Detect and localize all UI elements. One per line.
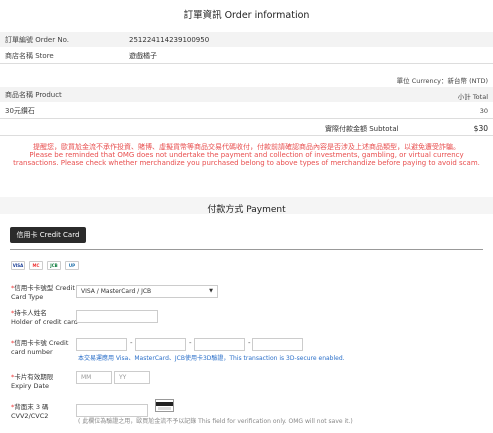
- product-name: 30元鑽石: [5, 106, 35, 115]
- credit-card-button[interactable]: 信用卡 Credit Card: [10, 227, 86, 243]
- store-row: 商店名稱 Store 遊戲橘子: [0, 48, 493, 63]
- card-type-label-en1: Credit: [55, 284, 75, 292]
- card-number-input-4[interactable]: [252, 338, 303, 351]
- warning-en: Please be reminded that OMG does not und…: [13, 151, 480, 167]
- store-label: 商店名稱 Store: [5, 51, 54, 60]
- product-total: 30: [479, 107, 488, 115]
- dash: -: [189, 339, 192, 347]
- card-number-label: *信用卡卡號 Credit card number: [11, 339, 69, 356]
- card-number-input-1[interactable]: [76, 338, 127, 351]
- card-number-input-3[interactable]: [194, 338, 245, 351]
- card-number-label-zh: 信用卡卡號: [14, 339, 47, 347]
- divider: [0, 118, 493, 119]
- card-type-label: *信用卡卡號型 Credit Card Type: [11, 284, 75, 301]
- jcb-icon: JCB: [47, 261, 61, 270]
- dash: -: [130, 339, 133, 347]
- total-header: 小計 Total: [457, 93, 488, 101]
- 3d-secure-hint: 本交易運應用 Visa、MasterCard、JCB使用卡3D驗證，This t…: [78, 355, 345, 362]
- card-type-select[interactable]: VISA / MasterCard / JCB ▼: [76, 285, 218, 298]
- card-number-input-2[interactable]: [135, 338, 186, 351]
- card-number-label-en2: card number: [11, 348, 53, 356]
- card-back-icon: [155, 399, 174, 412]
- order-no-value: 251224114239100950: [129, 35, 210, 44]
- card-number-label-en1: Credit: [48, 339, 69, 347]
- dash: -: [248, 339, 251, 347]
- warning-notice: 提醒您，歐買尬金流不承作投資、賭博、虛擬貨幣等商品交易代碼收付，付款前請確認商品…: [0, 143, 493, 167]
- holder-label: *持卡人姓名 Holder of credit card: [11, 309, 78, 326]
- tab-divider: [10, 249, 483, 250]
- unionpay-icon: UP: [65, 261, 79, 270]
- holder-label-zh: 持卡人姓名: [14, 309, 47, 317]
- expiry-label: *卡片有效期限 Expiry Date: [11, 373, 54, 390]
- expiry-label-zh: 卡片有效期限: [14, 373, 54, 381]
- holder-input[interactable]: [76, 310, 158, 323]
- card-type-label-zh: 信用卡卡號型: [14, 284, 54, 292]
- card-type-label-en2: Card Type: [11, 293, 44, 301]
- cvv-label: *背面末 3 碼 CVV2/CVC2: [11, 403, 49, 420]
- holder-label-en: Holder of credit card: [11, 318, 78, 326]
- expiry-year-input[interactable]: YY: [114, 371, 150, 384]
- expiry-month-input[interactable]: MM: [76, 371, 112, 384]
- visa-icon: VISA: [11, 261, 25, 270]
- chevron-down-icon: ▼: [209, 288, 213, 294]
- expiry-label-en: Expiry Date: [11, 382, 50, 390]
- cvv-label-en: CVV2/CVC2: [11, 412, 49, 420]
- divider: [0, 135, 493, 136]
- store-value: 遊戲橘子: [129, 51, 157, 60]
- order-info-title: 訂單資訊 Order information: [183, 10, 310, 21]
- cvv-note: ( 此欄位為驗證之用，歐買尬金流不予以記錄 This field for ver…: [78, 418, 353, 425]
- order-no-row: 訂單編號 Order No. 251224114239100950: [0, 32, 493, 47]
- cvv-label-zh: 背面末 3 碼: [14, 403, 49, 411]
- mastercard-icon: MC: [29, 261, 43, 270]
- warning-zh: 提醒您，歐買尬金流不承作投資、賭博、虛擬貨幣等商品交易代碼收付，付款前請確認商品…: [33, 143, 460, 151]
- payment-title: 付款方式 Payment: [207, 205, 286, 215]
- product-header: 商品名稱 Product: [5, 90, 62, 99]
- currency-label: 單位 Currency：新台幣 (NTD): [396, 77, 488, 85]
- payment-form: 信用卡 Credit Card VISA MC JCB UP *信用卡卡號型 C…: [0, 221, 493, 433]
- order-no-label: 訂單編號 Order No.: [5, 35, 69, 44]
- divider: [0, 63, 493, 64]
- subtotal-label: 實際付款金額 Subtotal: [325, 125, 399, 133]
- subtotal-value: $30: [473, 124, 488, 133]
- order-info-panel: 訂單資訊 Order information 訂單編號 Order No. 25…: [0, 0, 493, 197]
- product-row: 30元鑽石: [0, 103, 493, 118]
- product-header-row: 商品名稱 Product: [0, 87, 493, 102]
- card-type-value: VISA / MasterCard / JCB: [81, 288, 152, 295]
